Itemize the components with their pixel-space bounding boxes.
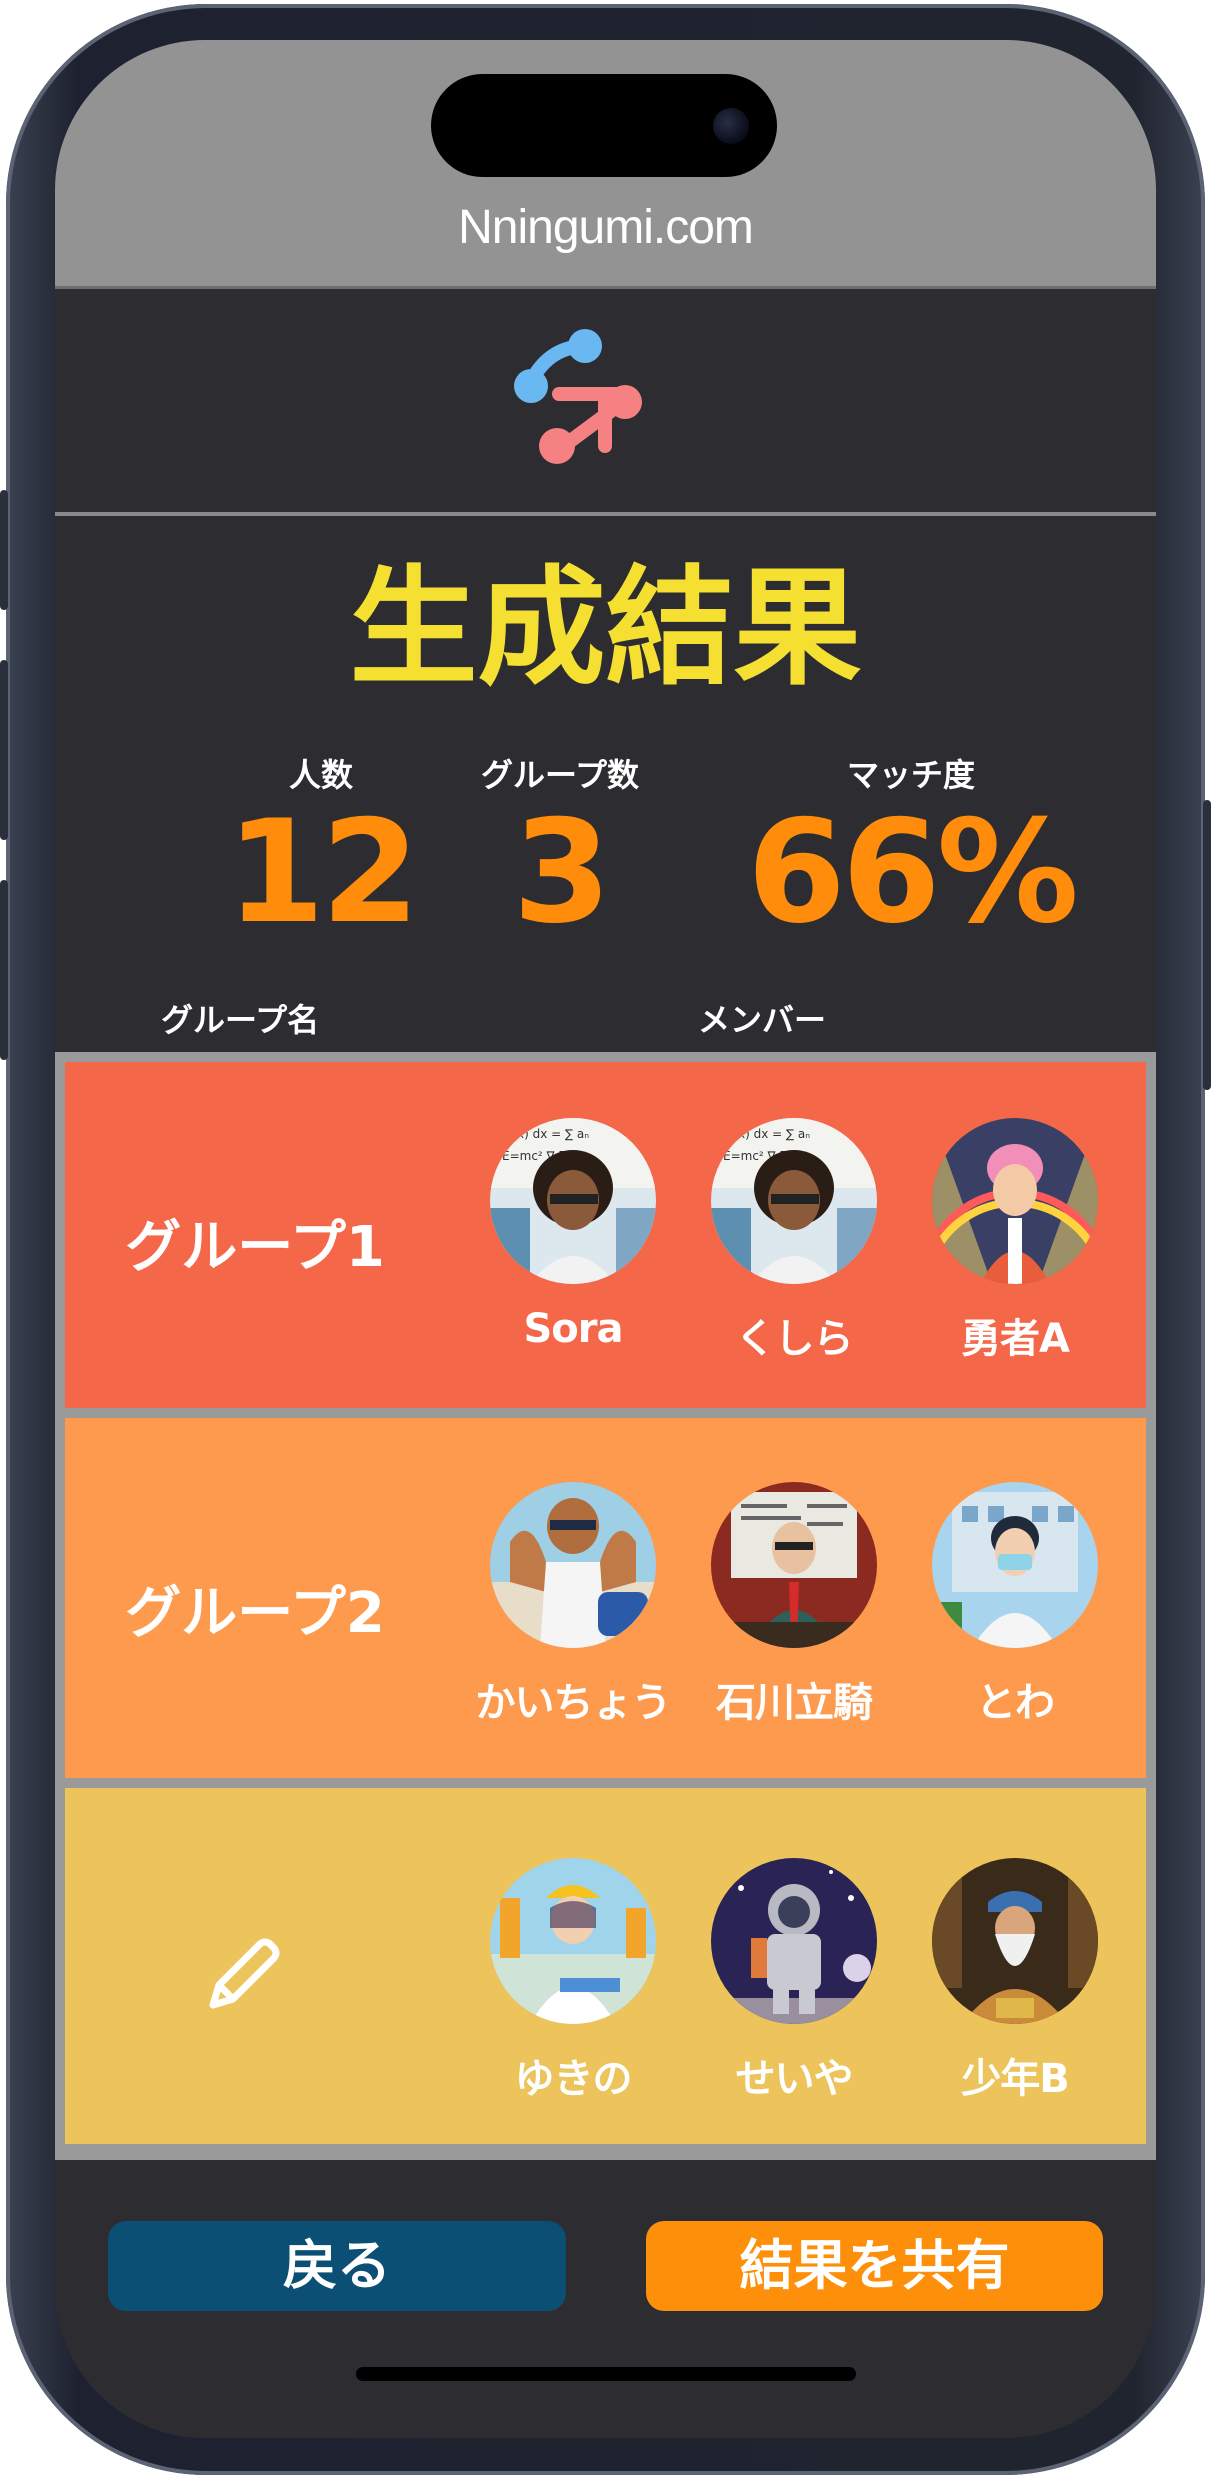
volume-up-button	[0, 660, 8, 840]
avatar	[490, 1482, 656, 1648]
pencil-icon[interactable]	[205, 1933, 285, 2013]
avatar	[490, 1858, 656, 2024]
stat-match-rate: マッチ度 66%	[731, 750, 1091, 944]
group-row-3[interactable]: ゆきの せいや 少年B	[65, 1788, 1146, 2144]
member-name: 石川立騎	[716, 1680, 873, 1726]
camera-icon	[713, 108, 749, 144]
avatar	[932, 1858, 1098, 2024]
avatar: ∫ f(x) dx = ∑ aₙ E=mc² ∇·F = ρ	[711, 1118, 877, 1284]
group-name[interactable]: グループ2	[90, 1568, 420, 1649]
home-indicator[interactable]	[356, 2367, 856, 2381]
member-name: とわ	[976, 1680, 1055, 1726]
svg-text:∫ f(x) dx = ∑ aₙ: ∫ f(x) dx = ∑ aₙ	[498, 1127, 589, 1141]
member-item[interactable]: とわ	[905, 1482, 1125, 1728]
avatar	[711, 1858, 877, 2024]
member-name: かいちょう	[475, 1680, 672, 1726]
member-item[interactable]: 勇者A	[905, 1118, 1125, 1364]
member-item[interactable]: ∫ f(x) dx = ∑ aₙ E=mc² ∇·F = ρ Sora	[463, 1118, 683, 1352]
volume-down-button	[0, 880, 8, 1060]
app-header	[55, 286, 1156, 512]
app-logo-icon[interactable]	[505, 326, 705, 476]
share-result-button[interactable]: 結果を共有	[646, 2221, 1103, 2311]
avatar	[711, 1482, 877, 1648]
stat-value: 3	[512, 790, 612, 955]
back-button[interactable]: 戻る	[108, 2221, 566, 2311]
site-title[interactable]: Nningumi.com	[55, 200, 1156, 255]
group-name[interactable]: グループ1	[90, 1202, 420, 1283]
power-button	[1203, 800, 1211, 1090]
group-row-2[interactable]: グループ2 かいちょう 石川立騎 とわ	[65, 1418, 1146, 1778]
member-item[interactable]: 少年B	[905, 1858, 1125, 2104]
member-item[interactable]: 石川立騎	[684, 1482, 904, 1728]
member-name: 勇者A	[961, 1316, 1070, 1362]
group-row-1[interactable]: グループ1 ∫ f(x) dx = ∑ aₙ E=mc² ∇·F = ρ Sora…	[65, 1062, 1146, 1408]
avatar: ∫ f(x) dx = ∑ aₙ E=mc² ∇·F = ρ	[490, 1118, 656, 1284]
svg-text:∫ f(x) dx = ∑ aₙ: ∫ f(x) dx = ∑ aₙ	[719, 1127, 810, 1141]
dynamic-island	[431, 74, 777, 177]
member-name: くしら	[735, 1316, 854, 1362]
member-name: せいや	[735, 2056, 854, 2102]
group-list: グループ1 ∫ f(x) dx = ∑ aₙ E=mc² ∇·F = ρ Sora…	[55, 1052, 1156, 2160]
member-item[interactable]: せいや	[684, 1858, 904, 2104]
stat-value: 66%	[747, 790, 1079, 955]
divider	[55, 512, 1156, 516]
column-header-group-name: グループ名	[161, 1001, 320, 1039]
side-button	[0, 490, 8, 610]
member-name: ゆきの	[514, 2056, 633, 2102]
browser-header: Nningumi.com	[55, 40, 1156, 289]
stat-groups: グループ数 3	[410, 750, 710, 944]
member-item[interactable]: ゆきの	[463, 1858, 683, 2104]
page-title: 生成結果	[349, 554, 862, 703]
avatar	[932, 1482, 1098, 1648]
member-item[interactable]: かいちょう	[463, 1482, 683, 1728]
phone-screen: Nningumi.com 生成結果 人数 12 グループ数 3 マッチ度 66%…	[55, 40, 1156, 2438]
member-item[interactable]: ∫ f(x) dx = ∑ aₙ E=mc² ∇·F = ρ くしら	[684, 1118, 904, 1364]
member-name: Sora	[523, 1306, 623, 1352]
column-header-members: メンバー	[698, 1001, 827, 1039]
avatar	[932, 1118, 1098, 1284]
member-name: 少年B	[961, 2056, 1070, 2102]
